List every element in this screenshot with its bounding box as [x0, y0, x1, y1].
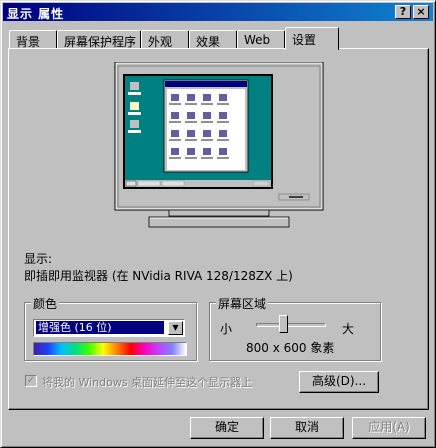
tab-web[interactable]: Web: [237, 30, 285, 49]
settings-panel: 显示: 即插即用监视器 (在 NVidia RIVA 128/128ZX 上) …: [8, 48, 429, 410]
resolution-slider-thumb[interactable]: [279, 315, 288, 333]
slider-max-label: 大: [342, 322, 355, 336]
monitor-preview-icon: [114, 62, 324, 228]
display-properties-window: 显示 属性 ? × 背景 屏幕保护程序 外观 效果 Web 设置 显示: 即插即…: [0, 0, 436, 448]
display-device-name: 即插即用监视器 (在 NVidia RIVA 128/128ZX 上): [24, 269, 293, 283]
tab-strip: 背景 屏幕保护程序 外观 效果 Web 设置: [9, 27, 429, 50]
extend-desktop-checkbox[interactable]: ✓: [25, 375, 37, 387]
ok-button[interactable]: 确定: [190, 417, 264, 439]
extend-desktop-label: 将我的 Windows 桌面延伸至这个显示器上: [42, 376, 253, 389]
colors-group-label: 颜色: [31, 295, 60, 312]
close-button[interactable]: ×: [413, 5, 429, 19]
screen-area-group: 屏幕区域 小 大 800 x 600 象素: [209, 295, 381, 361]
window-title: 显示 属性: [7, 7, 65, 21]
help-button[interactable]: ?: [395, 5, 411, 19]
slider-min-label: 小: [220, 322, 233, 336]
color-depth-value: 增强色 (16 位): [36, 321, 164, 334]
tab-screensaver[interactable]: 屏幕保护程序: [57, 30, 141, 49]
advanced-button[interactable]: 高级(D)...: [299, 371, 379, 393]
resolution-slider-track[interactable]: [256, 323, 326, 327]
cancel-button[interactable]: 取消: [270, 417, 344, 439]
apply-button[interactable]: 应用(A): [352, 417, 426, 439]
color-spectrum-bar: [33, 342, 187, 356]
colors-group: 颜色 增强色 (16 位) ▼: [24, 295, 197, 361]
display-heading: 显示:: [24, 252, 53, 266]
title-bar[interactable]: 显示 属性 ? ×: [3, 3, 433, 21]
tab-settings[interactable]: 设置: [285, 27, 339, 50]
tab-effects[interactable]: 效果: [189, 30, 237, 49]
chevron-down-icon[interactable]: ▼: [168, 321, 183, 335]
tab-background[interactable]: 背景: [9, 30, 57, 49]
screen-area-group-label: 屏幕区域: [216, 295, 269, 312]
resolution-value: 800 x 600 象素: [246, 341, 335, 355]
tab-appearance[interactable]: 外观: [141, 30, 189, 49]
color-depth-select[interactable]: 增强色 (16 位) ▼: [33, 319, 185, 337]
